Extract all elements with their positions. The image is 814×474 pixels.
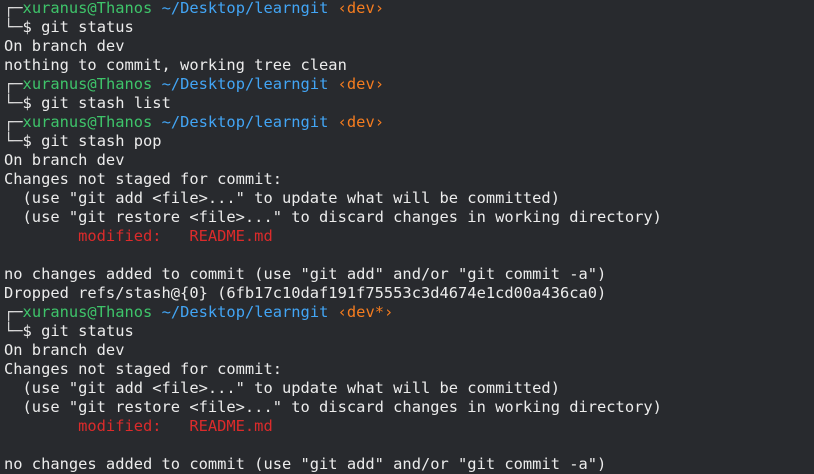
prompt-top-bracket: ┌─ — [4, 75, 23, 93]
command-text[interactable]: git stash list — [41, 94, 171, 112]
output-text: On branch dev — [4, 37, 125, 55]
output-line: (use "git restore <file>..." to discard … — [4, 208, 814, 227]
prompt-symbol: $ — [22, 18, 32, 36]
prompt-info-line: ┌─xuranus@Thanos ~/Desktop/learngit ‹dev… — [4, 113, 814, 132]
prompt-top-bracket: ┌─ — [4, 0, 23, 17]
output-text: no changes added to commit (use "git add… — [4, 455, 607, 473]
output-line: no changes added to commit (use "git add… — [4, 265, 814, 284]
command-line: └─$ git stash list — [4, 94, 814, 113]
output-text: On branch dev — [4, 341, 125, 359]
output-text: (use "git restore <file>..." to discard … — [4, 208, 662, 226]
terminal-window[interactable]: ┌─xuranus@Thanos ~/Desktop/learngit ‹dev… — [0, 0, 814, 473]
command-text[interactable]: git stash pop — [41, 132, 161, 150]
prompt-branch: ‹dev› — [337, 0, 384, 17]
prompt-bottom-bracket: └─ — [4, 94, 23, 112]
prompt-top-bracket: ┌─ — [4, 303, 23, 321]
output-line: On branch dev — [4, 151, 814, 170]
output-line: modified: README.md — [4, 417, 814, 436]
output-text: nothing to commit, working tree clean — [4, 56, 347, 74]
prompt-branch: ‹dev*› — [337, 303, 394, 321]
output-line: (use "git restore <file>..." to discard … — [4, 398, 814, 417]
command-line: └─$ git status — [4, 322, 814, 341]
output-line: (use "git add <file>..." to update what … — [4, 189, 814, 208]
command-text[interactable]: git status — [41, 18, 134, 36]
prompt-info-line: ┌─xuranus@Thanos ~/Desktop/learngit ‹dev… — [4, 75, 814, 94]
prompt-bottom-bracket: └─ — [4, 132, 23, 150]
output-line: modified: README.md — [4, 227, 814, 246]
prompt-path: ~/Desktop/learngit — [161, 0, 329, 17]
prompt-user-host: xuranus@Thanos — [22, 303, 153, 321]
prompt-bottom-bracket: └─ — [4, 322, 23, 340]
output-text: On branch dev — [4, 151, 125, 169]
output-text: Changes not staged for commit: — [4, 360, 282, 378]
prompt-symbol: $ — [22, 132, 32, 150]
prompt-symbol: $ — [22, 322, 32, 340]
output-line: Changes not staged for commit: — [4, 170, 814, 189]
output-text: (use "git add <file>..." to update what … — [4, 189, 560, 207]
output-text: (use "git restore <file>..." to discard … — [4, 398, 662, 416]
prompt-info-line: ┌─xuranus@Thanos ~/Desktop/learngit ‹dev… — [4, 303, 814, 322]
output-text: Changes not staged for commit: — [4, 170, 282, 188]
output-text: (use "git add <file>..." to update what … — [4, 379, 560, 397]
command-line: └─$ git stash pop — [4, 132, 814, 151]
command-text[interactable]: git status — [41, 322, 134, 340]
prompt-user-host: xuranus@Thanos — [22, 0, 153, 17]
output-text: Dropped refs/stash@{0} (6fb17c10daf191f7… — [4, 284, 607, 302]
output-line: Changes not staged for commit: — [4, 360, 814, 379]
prompt-info-line: ┌─xuranus@Thanos ~/Desktop/learngit ‹dev… — [4, 0, 814, 18]
output-line: no changes added to commit (use "git add… — [4, 455, 814, 474]
output-line: On branch dev — [4, 341, 814, 360]
prompt-symbol: $ — [22, 94, 32, 112]
prompt-path: ~/Desktop/learngit — [161, 113, 329, 131]
prompt-user-host: xuranus@Thanos — [22, 113, 153, 131]
modified-file-line: modified: README.md — [4, 227, 273, 245]
output-line: Dropped refs/stash@{0} (6fb17c10daf191f7… — [4, 284, 814, 303]
output-text: no changes added to commit (use "git add… — [4, 265, 607, 283]
prompt-bottom-bracket: └─ — [4, 18, 23, 36]
prompt-branch: ‹dev› — [337, 113, 384, 131]
prompt-path: ~/Desktop/learngit — [161, 303, 329, 321]
output-line: nothing to commit, working tree clean — [4, 56, 814, 75]
output-line: On branch dev — [4, 37, 814, 56]
prompt-branch: ‹dev› — [337, 75, 384, 93]
prompt-path: ~/Desktop/learngit — [161, 75, 329, 93]
output-line: (use "git add <file>..." to update what … — [4, 379, 814, 398]
modified-file-line: modified: README.md — [4, 417, 273, 435]
prompt-user-host: xuranus@Thanos — [22, 75, 153, 93]
prompt-top-bracket: ┌─ — [4, 113, 23, 131]
command-line: └─$ git status — [4, 18, 814, 37]
